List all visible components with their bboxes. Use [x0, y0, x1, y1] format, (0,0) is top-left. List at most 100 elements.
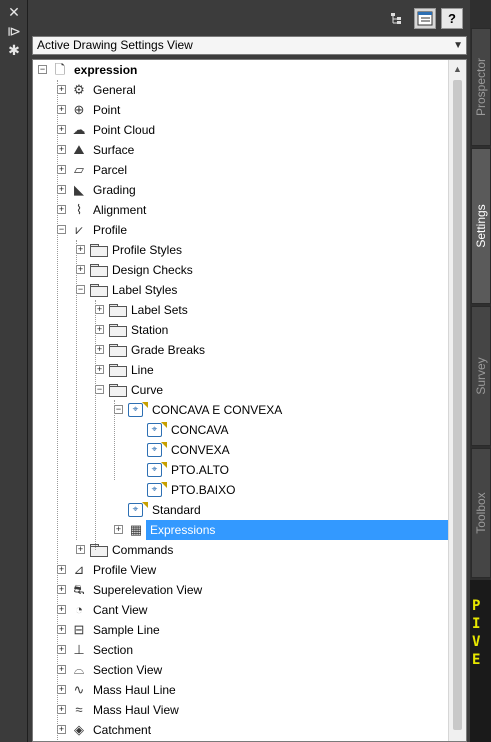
properties-icon[interactable]: ✱: [6, 42, 22, 58]
tab-prospector[interactable]: Prospector: [471, 28, 491, 146]
expand-icon[interactable]: +: [57, 105, 66, 114]
expand-icon[interactable]: +: [76, 265, 85, 274]
tab-survey[interactable]: Survey: [471, 306, 491, 446]
expand-icon[interactable]: +: [57, 565, 66, 574]
tree-item-label: PTO.BAIXO: [171, 483, 236, 497]
tree-item-point[interactable]: + ⊕ Point: [33, 100, 449, 120]
tree-item-label: CONVEXA: [171, 443, 230, 457]
tree-item-mass-haul-view[interactable]: + ≈ Mass Haul View: [33, 700, 449, 720]
catchment-icon: ◈: [74, 722, 84, 737]
tree-item-label: expression: [74, 63, 138, 77]
tree-item-point-cloud[interactable]: + ☁ Point Cloud: [33, 120, 449, 140]
collapse-icon[interactable]: −: [38, 65, 47, 74]
pin-icon[interactable]: ⧐: [6, 23, 22, 39]
item-view-button[interactable]: [414, 8, 436, 29]
label-style-icon: ⌖: [147, 483, 162, 497]
tree-view-icon: [391, 13, 401, 24]
expand-icon[interactable]: +: [95, 345, 104, 354]
expand-icon[interactable]: +: [57, 645, 66, 654]
tree-item-alignment[interactable]: + ⌇ Alignment: [33, 200, 449, 220]
drawing-text: P: [472, 598, 481, 614]
collapse-icon[interactable]: −: [95, 385, 104, 394]
scroll-up-arrow-icon[interactable]: ▲: [453, 64, 462, 74]
collapse-icon[interactable]: −: [114, 405, 123, 414]
profile-icon: ⩗: [75, 222, 83, 237]
tree-item-design-checks[interactable]: + Design Checks: [33, 260, 449, 280]
tree-item-surface[interactable]: + ⛰ Surface: [33, 140, 449, 160]
expand-icon[interactable]: +: [57, 185, 66, 194]
collapse-icon[interactable]: −: [57, 225, 66, 234]
tab-toolbox[interactable]: Toolbox: [471, 448, 491, 578]
tree-item-general[interactable]: + ⚙ General: [33, 80, 449, 100]
tree-item-label: Parcel: [93, 163, 128, 177]
folder-icon: [109, 364, 127, 377]
expand-icon[interactable]: +: [57, 625, 66, 634]
tree-item-sample-line[interactable]: + ⊟ Sample Line: [33, 620, 449, 640]
toolspace-panel: ? Active Drawing Settings View ▼ − 🗋 expre…: [28, 0, 470, 742]
tree-item-label-styles[interactable]: − Label Styles: [33, 280, 449, 300]
tree-item-label: Mass Haul View: [93, 703, 179, 717]
expand-icon[interactable]: +: [57, 165, 66, 174]
label-style-icon: ⌖: [147, 423, 162, 437]
drawing-icon: 🗋: [54, 62, 66, 77]
tree-item-label: Label Styles: [112, 283, 178, 297]
expand-icon[interactable]: +: [57, 685, 66, 694]
chevron-down-icon[interactable]: ▼: [453, 37, 463, 54]
expand-icon[interactable]: +: [114, 525, 123, 534]
tab-label: Toolbox: [474, 492, 488, 534]
folder-icon: [109, 324, 127, 337]
tree-item-label: Section: [93, 643, 134, 657]
expand-icon[interactable]: +: [57, 125, 66, 134]
tree-item-section-view[interactable]: + ⌓ Section View: [33, 660, 449, 680]
expand-icon[interactable]: +: [57, 705, 66, 714]
superelevation-view-icon: ⛐: [73, 582, 85, 597]
tree-item-label: Label Sets: [131, 303, 188, 317]
style-in-use-flag-icon: [161, 482, 167, 488]
tree-item-parcel[interactable]: + ▱ Parcel: [33, 160, 449, 180]
drawing-text: V: [472, 634, 481, 650]
tree-item-profile[interactable]: − ⩗ Profile: [33, 220, 449, 240]
view-select[interactable]: Active Drawing Settings View ▼: [32, 36, 467, 55]
point-icon: ⊕: [73, 102, 85, 117]
expand-icon[interactable]: +: [95, 365, 104, 374]
expand-icon[interactable]: +: [57, 85, 66, 94]
vertical-scrollbar[interactable]: ▲: [448, 60, 466, 741]
expand-icon[interactable]: +: [95, 305, 104, 314]
help-button[interactable]: ?: [441, 8, 463, 29]
expand-icon[interactable]: +: [57, 665, 66, 674]
expand-icon[interactable]: +: [95, 325, 104, 334]
tree-item-superelevation-view[interactable]: + ⛐ Superelevation View: [33, 580, 449, 600]
expand-icon[interactable]: +: [57, 725, 66, 734]
tree-item-label: Surface: [93, 143, 135, 157]
alignment-icon: ⌇: [75, 202, 83, 217]
expand-icon[interactable]: +: [76, 245, 85, 254]
style-in-use-flag-icon: [161, 462, 167, 468]
expand-icon[interactable]: +: [57, 145, 66, 154]
tree-item-cant-view[interactable]: + ◔ Cant View: [33, 600, 449, 620]
tab-label: Settings: [474, 204, 488, 248]
tree-view-button[interactable]: [387, 8, 409, 29]
tree-item-expression[interactable]: − 🗋 expression: [33, 60, 449, 80]
tree-item-grading[interactable]: + ◣ Grading: [33, 180, 449, 200]
tree-item-label: Curve: [131, 383, 164, 397]
tab-settings[interactable]: Settings: [471, 148, 491, 304]
expand-icon[interactable]: +: [57, 585, 66, 594]
tree-rows: − 🗋 expression + ⚙ General + ⊕ Point + ☁ Point Clou…: [33, 60, 449, 741]
expand-icon[interactable]: +: [57, 605, 66, 614]
tree-item-profile-view[interactable]: + ⊿ Profile View: [33, 560, 449, 580]
collapse-icon[interactable]: −: [76, 285, 85, 294]
tree-item-profile-styles[interactable]: + Profile Styles: [33, 240, 449, 260]
tree-item-label: Cant View: [93, 603, 148, 617]
settings-tree[interactable]: − 🗋 expression + ⚙ General + ⊕ Point + ☁ Point Clou…: [32, 59, 467, 742]
style-in-use-flag-icon: [142, 402, 148, 408]
expand-icon[interactable]: +: [76, 545, 85, 554]
drawing-text: I: [472, 616, 481, 632]
scroll-thumb[interactable]: [453, 80, 462, 730]
tree-item-label: Profile: [93, 223, 128, 237]
close-icon[interactable]: ✕: [6, 4, 22, 20]
expand-icon[interactable]: +: [57, 205, 66, 214]
tree-item-catchment[interactable]: + ◈ Catchment: [33, 720, 449, 740]
tree-item-mass-haul-line[interactable]: + ∿ Mass Haul Line: [33, 680, 449, 700]
tree-item-label: Alignment: [93, 203, 147, 217]
tree-item-section[interactable]: + ⊥ Section: [33, 640, 449, 660]
